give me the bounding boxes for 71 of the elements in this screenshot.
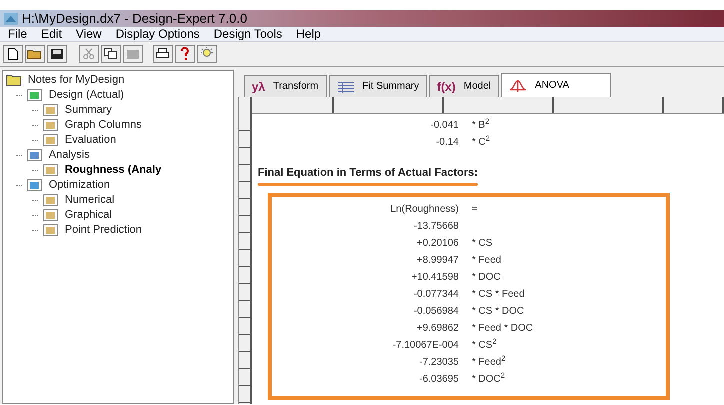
coefficient-value: -0.056984 xyxy=(412,305,459,319)
save-icon[interactable] xyxy=(47,45,67,63)
coefficient-value: -13.75668 xyxy=(412,220,459,234)
document-icon xyxy=(43,164,59,177)
tab[interactable]: ANOVA xyxy=(501,73,612,97)
document-icon xyxy=(27,89,43,102)
copy-icon[interactable] xyxy=(101,45,121,63)
new-file-icon[interactable] xyxy=(3,45,23,63)
tab[interactable]: Fit Summary xyxy=(328,75,428,97)
section-heading: Final Equation in Terms of Actual Factors: xyxy=(258,166,478,181)
document-icon xyxy=(43,194,59,207)
document-icon xyxy=(43,224,59,237)
factor-term: * DOC xyxy=(472,271,501,285)
document-icon xyxy=(27,179,43,192)
tree-item[interactable]: Graph Columns xyxy=(64,118,144,133)
coefficient-value: -7.23035 xyxy=(418,356,459,370)
bell-curve-icon xyxy=(509,78,528,92)
tree-item[interactable]: Point Prediction xyxy=(64,223,144,238)
tree-item[interactable]: Design (Actual) xyxy=(48,88,126,103)
document-icon xyxy=(43,134,59,147)
factor-term: * DOC$^{2}$ xyxy=(472,372,506,387)
factor-term: * CS * Feed xyxy=(472,288,525,302)
tree-item[interactable]: Numerical xyxy=(64,193,116,208)
document-icon xyxy=(43,104,59,117)
tab[interactable]: yλ Transform xyxy=(244,75,327,97)
printer-icon[interactable] xyxy=(153,45,173,63)
factor-term: * CS$^{2}$ xyxy=(472,338,497,353)
tree-item[interactable]: Roughness (Analy xyxy=(64,163,163,178)
coefficient-value: -7.10067E-004 xyxy=(392,339,459,353)
tree-item[interactable]: Evaluation xyxy=(64,133,118,148)
lightbulb-icon[interactable] xyxy=(197,45,217,63)
tree-item[interactable]: Notes for MyDesign xyxy=(27,73,126,88)
menu-item[interactable]: Edit xyxy=(41,25,62,43)
tree-item[interactable]: Summary xyxy=(64,103,114,118)
factor-term: * CS * DOC xyxy=(472,305,524,319)
tab[interactable]: f(x) Model xyxy=(429,75,500,97)
menu-item[interactable]: View xyxy=(76,25,102,43)
coefficient-value: +0.20106 xyxy=(416,237,459,251)
document-icon xyxy=(43,209,59,222)
menu-item[interactable]: File xyxy=(8,25,28,43)
folder-icon xyxy=(6,74,22,87)
coefficient-value: -0.077344 xyxy=(412,288,459,302)
tree-item[interactable]: Graphical xyxy=(64,208,114,223)
menu-item[interactable]: Display Options xyxy=(116,25,200,43)
tab-icon-text: f(x) xyxy=(437,78,456,96)
coefficient-value: +10.41598 xyxy=(410,271,459,285)
window-title: H:\MyDesign.dx7 - Design-Expert 7.0.0 xyxy=(22,10,248,28)
app-icon xyxy=(4,12,18,24)
coefficient-value: +8.99947 xyxy=(416,254,459,268)
coefficient-value: -0.14 xyxy=(435,136,459,150)
factor-term: * CS xyxy=(472,237,493,251)
factor-term: * Feed$^{2}$ xyxy=(472,355,506,370)
document-icon xyxy=(27,149,43,162)
coefficient-value: +9.69862 xyxy=(416,322,459,336)
coefficient-value: Ln(Roughness) xyxy=(390,203,459,217)
tab-icon-text: yλ xyxy=(252,78,266,96)
help-icon[interactable] xyxy=(175,45,195,63)
factor-term: = xyxy=(472,203,478,217)
table-icon xyxy=(336,80,355,94)
factor-term: * B$^{2}$ xyxy=(472,118,490,133)
coefficient-value: -6.03695 xyxy=(418,373,459,387)
tree-item[interactable]: Optimization xyxy=(48,178,112,193)
coefficient-value: -0.041 xyxy=(430,119,459,133)
factor-term: * Feed * DOC xyxy=(472,322,534,336)
factor-term: * C$^{2}$ xyxy=(472,135,490,150)
document-icon xyxy=(43,119,59,132)
factor-term: * Feed xyxy=(472,254,502,268)
menu-item[interactable]: Help xyxy=(296,25,322,43)
menu-item[interactable]: Design Tools xyxy=(214,25,282,43)
open-folder-icon[interactable] xyxy=(25,45,45,63)
tree-item[interactable]: Analysis xyxy=(48,148,91,163)
